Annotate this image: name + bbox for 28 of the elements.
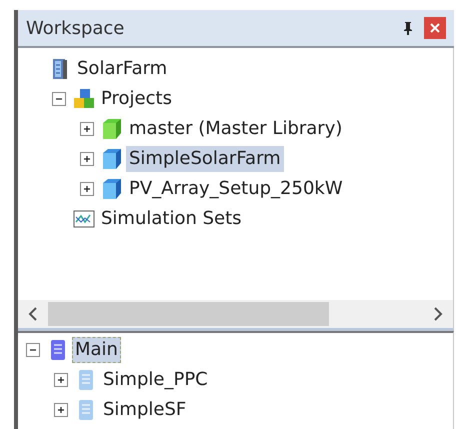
scroll-right-icon[interactable] [433, 307, 443, 321]
tree-item[interactable]: master (Master Library) [126, 116, 346, 142]
horizontal-scrollbar[interactable] [18, 300, 454, 331]
scroll-left-icon[interactable] [28, 307, 38, 321]
library-cube-icon [100, 117, 124, 141]
expand-icon[interactable] [80, 152, 94, 166]
collapse-icon[interactable] [52, 92, 66, 106]
tree-item[interactable]: SimpleSolarFarm [126, 146, 284, 172]
pin-icon[interactable] [402, 21, 414, 35]
tree-item[interactable]: Simple_PPC [100, 367, 211, 393]
window-title: Workspace [26, 18, 126, 38]
close-button[interactable] [424, 17, 446, 39]
expand-icon[interactable] [54, 373, 68, 387]
cube-icon [100, 177, 124, 201]
expand-icon[interactable] [54, 403, 68, 417]
tree-item[interactable]: SolarFarm [74, 56, 170, 82]
close-icon [430, 23, 440, 33]
cube-icon [100, 147, 124, 171]
cubes-icon [72, 87, 96, 111]
scrollbar-thumb[interactable] [48, 302, 330, 326]
tree-item[interactable]: Projects [98, 86, 175, 112]
expand-icon[interactable] [80, 182, 94, 196]
tree-item[interactable]: Main [72, 337, 121, 363]
tree-item[interactable]: PV_Array_Setup_250kW [126, 176, 346, 202]
expand-icon[interactable] [80, 122, 94, 136]
collapse-icon[interactable] [26, 343, 40, 357]
tree-item[interactable]: SimpleSF [100, 397, 190, 423]
tree-item[interactable]: Simulation Sets [98, 206, 245, 232]
